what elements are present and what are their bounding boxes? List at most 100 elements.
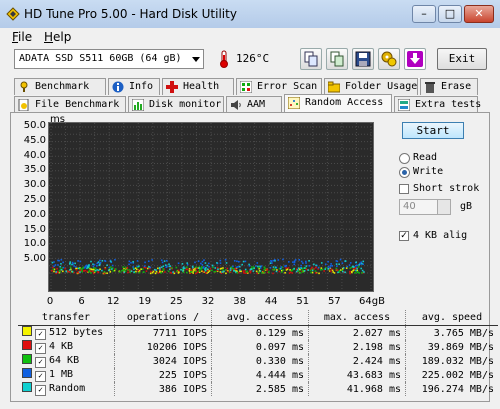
- chart-point: [280, 266, 282, 268]
- chart-point: [169, 265, 172, 267]
- chart-point: [313, 268, 315, 270]
- chart-point: [345, 267, 348, 269]
- start-button[interactable]: Start: [402, 122, 464, 139]
- chart-point: [124, 266, 127, 269]
- chart-point: [242, 271, 245, 274]
- chart-point: [228, 271, 231, 273]
- tab-disk-monitor[interactable]: Disk monitor: [128, 96, 224, 113]
- minimize-button[interactable]: –: [412, 5, 436, 23]
- tab-info[interactable]: Info: [108, 78, 160, 95]
- chart-point: [138, 265, 140, 268]
- series-checkbox[interactable]: ✓: [35, 385, 46, 396]
- chart-point: [171, 267, 173, 269]
- copy-text-button[interactable]: [300, 48, 322, 70]
- spin-up-icon[interactable]: [437, 200, 450, 207]
- tab-extra-tests[interactable]: Extra tests: [394, 96, 481, 113]
- write-radio[interactable]: [399, 167, 410, 178]
- download-button[interactable]: [404, 48, 426, 70]
- chart-point: [175, 266, 178, 269]
- chart-point: [76, 271, 79, 274]
- chart-point: [90, 260, 92, 263]
- chart-point: [203, 259, 205, 261]
- chart-point: [278, 270, 281, 273]
- chart-point: [182, 267, 185, 270]
- chart-point: [229, 267, 232, 270]
- chart-point: [97, 271, 100, 274]
- chart-point: [62, 261, 64, 264]
- tab-error-scan[interactable]: Error Scan: [236, 78, 322, 95]
- chart-point: [242, 260, 245, 263]
- series-checkbox[interactable]: ✓: [35, 329, 46, 340]
- tab-aam[interactable]: AAM: [226, 96, 282, 113]
- save-button[interactable]: [352, 48, 374, 70]
- menu-help[interactable]: Help: [44, 30, 71, 44]
- chart-point: [294, 259, 297, 261]
- chart-point: [223, 270, 225, 273]
- short-stroke-unit: gB: [460, 201, 473, 212]
- chart-point: [355, 264, 357, 267]
- chart-point: [227, 270, 229, 273]
- chart-point: [274, 260, 276, 262]
- series-checkbox[interactable]: ✓: [35, 357, 46, 368]
- tab-random-access[interactable]: Random Access: [284, 94, 392, 113]
- tab-health[interactable]: Health: [162, 78, 234, 95]
- chart-point: [140, 268, 142, 270]
- tab-erase[interactable]: Erase: [420, 78, 478, 95]
- x-tick-label: 51: [296, 296, 310, 307]
- x-tick-label: 32: [201, 296, 215, 307]
- tab-file-benchmark[interactable]: File Benchmark: [14, 96, 126, 113]
- chart-point: [330, 268, 333, 271]
- chart-point: [354, 272, 356, 274]
- chart-point: [295, 270, 298, 273]
- exit-button[interactable]: Exit: [437, 48, 487, 70]
- max-access-cell: 43.683 ms: [308, 368, 406, 382]
- chart-point: [112, 270, 115, 272]
- short-stroke-spinner[interactable]: 40: [399, 199, 451, 215]
- spin-down-icon[interactable]: [437, 207, 450, 214]
- chart-point: [128, 263, 130, 266]
- align-4kb-checkbox[interactable]: ✓: [399, 231, 409, 241]
- access-time-chart: [48, 122, 374, 292]
- chart-point: [276, 269, 278, 271]
- chart-point: [221, 269, 224, 271]
- chart-point: [335, 263, 338, 265]
- chart-point: [251, 266, 253, 268]
- options-button[interactable]: [378, 48, 400, 70]
- chart-point: [277, 259, 280, 261]
- table-row: ✓ 4 KB 10206 IOPS 0.097 ms 2.198 ms 39.869 MB…: [18, 340, 498, 354]
- chart-point: [104, 259, 106, 262]
- tab-folder-usage[interactable]: Folder Usage: [324, 78, 418, 95]
- chart-point: [308, 265, 311, 267]
- tab-benchmark[interactable]: Benchmark: [14, 78, 106, 95]
- menu-file[interactable]: File: [12, 30, 32, 44]
- series-checkbox[interactable]: ✓: [35, 371, 46, 382]
- chart-point: [352, 269, 355, 271]
- chart-point: [336, 265, 338, 268]
- chart-point: [301, 269, 304, 272]
- chart-point: [99, 259, 101, 262]
- short-stroke-checkbox[interactable]: [399, 184, 409, 194]
- chart-point: [62, 266, 65, 269]
- drive-select[interactable]: ADATA SSD S511 60GB (64 gB): [14, 49, 204, 69]
- chart-point: [185, 266, 188, 269]
- align-4kb-label: 4 KB alig: [413, 230, 468, 241]
- chart-point: [233, 270, 235, 272]
- close-button[interactable]: ✕: [464, 5, 494, 23]
- read-radio[interactable]: [399, 153, 410, 164]
- chart-point: [123, 269, 126, 271]
- copy-screenshot-button[interactable]: [326, 48, 348, 70]
- copy-icon: [304, 51, 318, 67]
- chart-point: [153, 268, 156, 271]
- x-tick-label: 0: [46, 296, 54, 307]
- series-checkbox[interactable]: ✓: [35, 343, 46, 354]
- chart-point: [169, 267, 172, 269]
- chart-point: [143, 265, 146, 267]
- chart-point: [93, 263, 96, 266]
- transfer-cell: ✓ 1 MB: [18, 368, 115, 382]
- chart-point: [162, 265, 165, 268]
- chart-point: [323, 270, 325, 272]
- window-title: HD Tune Pro 5.00 - Hard Disk Utility: [24, 7, 237, 21]
- maximize-button[interactable]: □: [438, 5, 462, 23]
- chart-point: [303, 270, 306, 272]
- chart-point: [244, 260, 247, 263]
